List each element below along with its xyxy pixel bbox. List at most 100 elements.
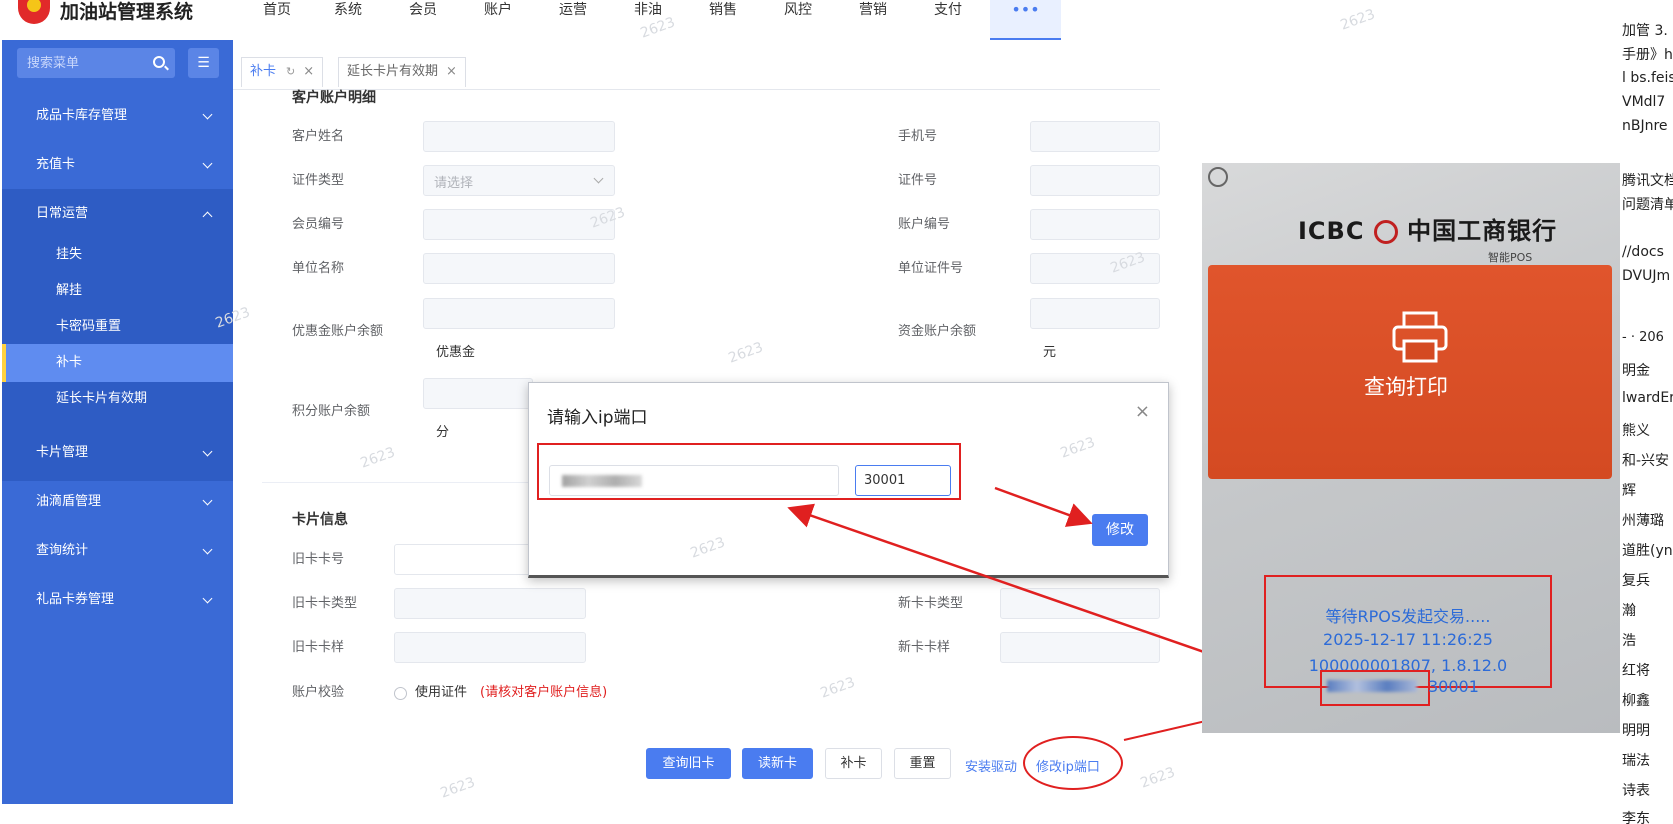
new-card-type-input[interactable] (1000, 588, 1160, 619)
tab-label: 延长卡片有效期 (347, 64, 439, 79)
search-icon[interactable] (153, 56, 165, 68)
sidebar-subitem-report-loss[interactable]: 挂失 (2, 236, 233, 274)
sidebar-item-finished-card-stock[interactable]: 成品卡库存管理 (2, 91, 233, 141)
nav-payment[interactable]: 支付 (934, 0, 962, 38)
sidebar-item-daily-operation[interactable]: 日常运营 (2, 189, 233, 239)
doc-line: VMdl7 (1622, 94, 1666, 110)
sidebar-item-label: 充值卡 (36, 157, 76, 172)
chevron-down-icon (202, 158, 213, 169)
nav-home[interactable]: 首页 (263, 0, 291, 38)
member-no-input[interactable] (423, 209, 615, 240)
bank-name: ICBC 中国工商银行 (1298, 211, 1557, 246)
points-balance-input[interactable] (423, 378, 533, 409)
id-type-select[interactable]: 请选择 (423, 165, 615, 196)
ip-address-input[interactable] (549, 465, 839, 496)
doc-line: 红将 (1622, 663, 1650, 679)
doc-line: 腾讯文档 (1622, 173, 1673, 189)
close-icon[interactable]: × (303, 64, 314, 79)
discount-unit: 优惠金 (436, 345, 476, 360)
nav-risk[interactable]: 风控 (784, 0, 812, 38)
top-bar: 加油站管理系统 首页 系统 会员 账户 运营 非油 销售 风控 营销 支付 ••… (0, 0, 1160, 40)
pos-photo: ICBC 中国工商银行 智能POS 查询打印 等待RPOS发起交易..... 2… (1202, 163, 1620, 733)
phone-label: 手机号 (898, 129, 938, 144)
watermark: 2623 (358, 444, 398, 472)
sidebar-item-recharge-card[interactable]: 充值卡 (2, 140, 233, 190)
new-card-type-label: 新卡卡类型 (898, 596, 964, 611)
read-new-card-button[interactable]: 读新卡 (742, 748, 813, 779)
doc-line: 浩 (1622, 633, 1636, 649)
verify-hint: (请核对客户账户信息) (480, 685, 608, 700)
doc-line: 州薄璐 (1622, 513, 1664, 529)
doc-line: l bs.feis (1622, 70, 1673, 86)
account-no-input[interactable] (1030, 209, 1160, 240)
nav-member[interactable]: 会员 (409, 0, 437, 38)
sidebar-item-label: 成品卡库存管理 (36, 108, 128, 123)
close-icon[interactable]: × (1135, 401, 1150, 422)
section-title-card: 卡片信息 (292, 512, 348, 528)
doc-line: 明明 (1622, 723, 1650, 739)
verify-radio[interactable] (394, 687, 407, 700)
menu-search-input[interactable] (17, 48, 137, 78)
close-icon[interactable]: × (446, 64, 457, 79)
doc-line: 问题清单 (1622, 197, 1673, 213)
tab-extend-validity[interactable]: 延长卡片有效期 × (338, 57, 466, 87)
confirm-modify-button[interactable]: 修改 (1092, 514, 1148, 546)
doc-line: 和-兴安 (1622, 453, 1670, 469)
refresh-icon[interactable]: ↻ (286, 65, 295, 78)
doc-line: 道胜(yn (1622, 543, 1673, 559)
old-card-no-input[interactable] (394, 544, 534, 575)
doc-line: DVUJm (1622, 268, 1671, 284)
doc-line: 诗表 (1622, 783, 1650, 799)
sidebar-subitem-reset-password[interactable]: 卡密码重置 (2, 308, 233, 346)
nav-non-oil[interactable]: 非油 (634, 0, 662, 38)
reset-button[interactable]: 重置 (894, 748, 951, 779)
nav-operation[interactable]: 运营 (559, 0, 587, 38)
menu-collapse-button[interactable]: ☰ (188, 48, 219, 78)
fund-balance-input[interactable] (1030, 298, 1160, 329)
chevron-down-icon (202, 109, 213, 120)
new-card-style-input[interactable] (1000, 632, 1160, 663)
customer-name-input[interactable] (423, 121, 615, 152)
sidebar-item-query-stats[interactable]: 查询统计 (2, 526, 233, 576)
install-driver-link[interactable]: 安装驱动 (965, 756, 1017, 775)
menu-search-box (17, 48, 175, 78)
sidebar-item-label: 油滴盾管理 (36, 494, 102, 509)
pos-datetime-line: 2025-12-17 11:26:25 (1323, 630, 1493, 649)
company-label: 单位名称 (292, 261, 345, 276)
id-no-input[interactable] (1030, 165, 1160, 196)
reissue-card-button[interactable]: 补卡 (825, 748, 882, 779)
annotation-ellipse (1023, 736, 1123, 790)
old-card-style-input[interactable] (394, 632, 586, 663)
sidebar-item-oil-drop-shield[interactable]: 油滴盾管理 (2, 477, 233, 527)
sidebar-subitem-extend-validity[interactable]: 延长卡片有效期 (2, 380, 233, 418)
chevron-down-icon (593, 173, 604, 184)
sidebar-item-card-management[interactable]: 卡片管理 (2, 428, 233, 478)
query-old-card-button[interactable]: 查询旧卡 (646, 748, 731, 779)
icbc-logo-icon (1373, 220, 1398, 244)
old-card-type-input[interactable] (394, 588, 586, 619)
sidebar-item-gift-card[interactable]: 礼品卡券管理 (2, 575, 233, 625)
old-card-type-label: 旧卡卡类型 (292, 596, 358, 611)
sidebar-subitem-cancel-loss[interactable]: 解挂 (2, 272, 233, 310)
pos-port: 30001 (1428, 677, 1479, 696)
company-id-input[interactable] (1030, 253, 1160, 284)
phone-input[interactable] (1030, 121, 1160, 152)
nav-sales[interactable]: 销售 (709, 0, 737, 38)
tab-bar: 补卡 ↻ × 延长卡片有效期 × (233, 40, 1160, 90)
id-type-placeholder: 请选择 (434, 176, 474, 191)
nav-more-button[interactable]: ••• (990, 0, 1061, 40)
old-card-style-label: 旧卡卡样 (292, 640, 345, 655)
discount-balance-input[interactable] (423, 298, 615, 329)
customer-name-label: 客户姓名 (292, 129, 345, 144)
bank-prefix: ICBC (1298, 217, 1365, 245)
chevron-down-icon (202, 544, 213, 555)
port-input[interactable]: 30001 (855, 465, 951, 496)
nav-account[interactable]: 账户 (484, 0, 512, 38)
sidebar-subitem-reissue-card[interactable]: 补卡 (2, 344, 233, 382)
tab-reissue-card[interactable]: 补卡 ↻ × (241, 57, 324, 87)
nav-marketing[interactable]: 营销 (859, 0, 887, 38)
nav-system[interactable]: 系统 (334, 0, 362, 38)
doc-line: 加管 3. (1622, 23, 1668, 39)
company-input[interactable] (423, 253, 615, 284)
query-print-label: 查询打印 (1364, 375, 1448, 399)
